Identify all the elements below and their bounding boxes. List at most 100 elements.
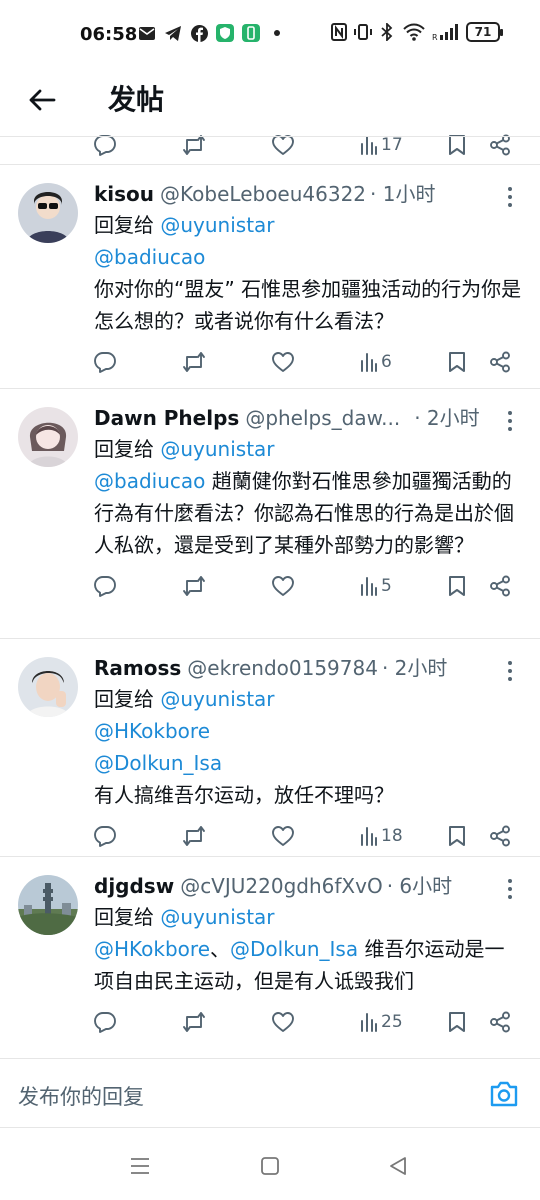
reply-post[interactable]: Dawn Phelps @phelps_daw... · 2小时 回复给 @uy… (0, 388, 540, 638)
more-options-button[interactable] (502, 409, 518, 433)
app-icon (242, 24, 260, 42)
reply-input-placeholder[interactable]: 发布你的回复 (18, 1081, 144, 1111)
author-name[interactable]: djgdsw (94, 871, 174, 901)
share-icon (490, 575, 510, 597)
share-button[interactable] (489, 574, 511, 598)
mention-link[interactable]: @badiucao (94, 245, 205, 269)
bar-chart-icon (361, 827, 377, 846)
system-icons: R 71 (330, 22, 503, 42)
bookmark-icon (449, 576, 465, 596)
reply-to-mention[interactable]: @uyunistar (160, 213, 274, 237)
bookmark-icon (449, 826, 465, 846)
views-count: 25 (381, 1012, 403, 1032)
author-handle[interactable]: @KobeLeboeu46322 (160, 179, 366, 209)
more-options-button[interactable] (502, 185, 518, 209)
author-handle[interactable]: @phelps_daw... (245, 403, 400, 433)
mention-link[interactable]: @Dolkun_Isa (230, 937, 358, 961)
bar-chart-icon (361, 136, 377, 155)
author-handle[interactable]: @ekrendo0159784 (187, 653, 378, 683)
action-bar: 5 (94, 561, 524, 611)
author-handle[interactable]: @cVJU220gdh6fXvO (180, 871, 383, 901)
share-button[interactable] (489, 824, 511, 848)
retweet-button[interactable] (182, 1010, 206, 1034)
camera-button[interactable] (488, 1079, 520, 1109)
mention-link[interactable]: @HKokbore (94, 937, 210, 961)
retweet-icon (183, 352, 205, 372)
reply-button[interactable] (94, 824, 116, 848)
reply-post[interactable]: Ramoss @ekrendo0159784 · 2小时 回复给 @uyunis… (0, 638, 540, 856)
retweet-button[interactable] (182, 824, 206, 848)
facebook-icon (190, 24, 208, 42)
views-button[interactable]: 5 (360, 574, 392, 598)
avatar[interactable] (18, 407, 78, 467)
avatar[interactable] (18, 183, 78, 243)
share-button[interactable] (489, 1010, 511, 1034)
reply-to-mention[interactable]: @uyunistar (160, 905, 274, 929)
author-name[interactable]: Dawn Phelps (94, 403, 239, 433)
bookmark-button[interactable] (448, 350, 466, 374)
action-bar: 18 (94, 811, 524, 861)
share-button[interactable] (489, 350, 511, 374)
system-back-button[interactable] (386, 1154, 410, 1178)
views-count: 5 (381, 576, 392, 596)
bookmark-button[interactable] (448, 824, 466, 848)
mention-line: @HKokbore (94, 715, 522, 747)
bookmark-button[interactable] (448, 574, 466, 598)
share-icon (490, 134, 510, 156)
post-text-body: 你对你的“盟友” 石惟思参加疆独活动的行为你是怎么想的？或者说你有什么看法？ (94, 277, 522, 333)
reply-icon (94, 352, 116, 373)
avatar[interactable] (18, 657, 78, 717)
svg-text:R: R (432, 33, 438, 41)
like-button[interactable] (272, 574, 294, 598)
reply-composer[interactable]: 发布你的回复 (0, 1058, 540, 1128)
mention-link[interactable]: @Dolkun_Isa (94, 751, 222, 775)
reply-button[interactable] (94, 350, 116, 374)
author-name[interactable]: kisou (94, 179, 154, 209)
share-icon (490, 351, 510, 373)
mention-separator: 、 (210, 937, 230, 961)
like-button[interactable] (272, 1010, 294, 1034)
more-options-button[interactable] (502, 877, 518, 901)
reply-to-mention[interactable]: @uyunistar (160, 437, 274, 461)
more-options-button[interactable] (502, 659, 518, 683)
retweet-icon (183, 826, 205, 846)
nfc-icon (330, 23, 348, 41)
avatar[interactable] (18, 875, 78, 935)
mention-link[interactable]: @badiucao (94, 469, 205, 493)
retweet-button[interactable] (182, 574, 206, 598)
reply-button[interactable] (94, 1010, 116, 1034)
triangle-back-icon (390, 1157, 406, 1175)
arrow-left-icon (29, 89, 56, 111)
reply-to-label: 回复给 (94, 213, 154, 237)
header-divider (0, 136, 540, 137)
bookmark-icon (449, 352, 465, 372)
post-text: @HKokbore、@Dolkun_Isa 维吾尔运动是一项自由民主运动，但是有… (94, 933, 522, 997)
battery-indicator: 71 (466, 22, 503, 42)
reply-post[interactable]: djgdsw @cVJU220gdh6fXvO · 6小时 回复给 @uyuni… (0, 856, 540, 1046)
menu-lines-icon (131, 1158, 149, 1174)
mention-line: @Dolkun_Isa (94, 747, 522, 779)
bar-chart-icon (361, 1013, 377, 1032)
wifi-icon (402, 23, 426, 41)
retweet-button[interactable] (182, 350, 206, 374)
share-icon (490, 1011, 510, 1033)
views-button[interactable]: 18 (360, 824, 403, 848)
like-button[interactable] (272, 350, 294, 374)
post-time: · 2小时 (414, 406, 480, 430)
author-name[interactable]: Ramoss (94, 653, 181, 683)
home-button[interactable] (258, 1154, 282, 1178)
post-time: · 2小时 (381, 656, 448, 680)
like-button[interactable] (272, 824, 294, 848)
recent-apps-button[interactable] (128, 1154, 152, 1178)
action-bar: 17 (94, 128, 524, 164)
views-button[interactable]: 25 (360, 1010, 403, 1034)
reply-button[interactable] (94, 574, 116, 598)
reply-to-mention[interactable]: @uyunistar (160, 687, 274, 711)
reply-post[interactable]: kisou @KobeLeboeu46322 · 1小时 回复给 @uyunis… (0, 164, 540, 388)
heart-icon (272, 826, 294, 846)
signal-icon: R (432, 23, 460, 41)
back-button[interactable] (22, 80, 62, 120)
mention-link[interactable]: @HKokbore (94, 719, 210, 743)
views-button[interactable]: 6 (360, 350, 392, 374)
bookmark-button[interactable] (448, 1010, 466, 1034)
